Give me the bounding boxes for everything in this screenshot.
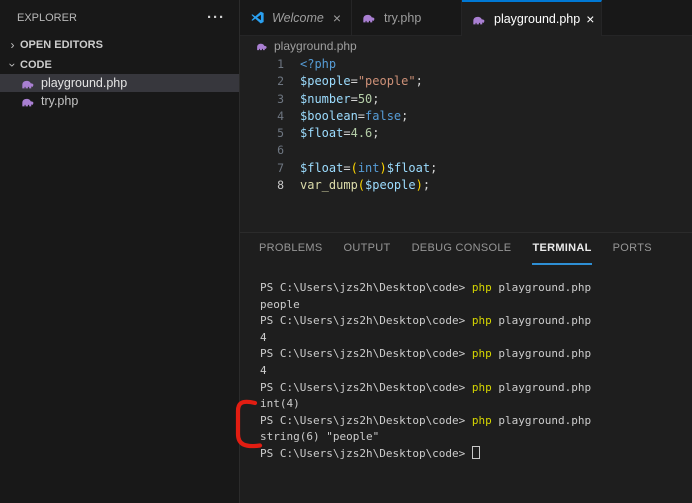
line-number: 7 xyxy=(277,160,284,175)
file-name: try.php xyxy=(41,94,79,108)
code-line[interactable]: 7 $float=(int)$float; xyxy=(240,160,692,177)
tab-label: try.php xyxy=(384,10,422,25)
more-actions-icon[interactable]: ··· xyxy=(207,10,225,25)
chevron-down-icon: › xyxy=(5,62,20,67)
php-elephant-icon xyxy=(257,43,267,51)
tab-bar: Welcome × try.php playground.php × xyxy=(240,0,692,36)
code-text: $float=4.6; xyxy=(300,126,380,141)
code-line[interactable]: 1 <?php xyxy=(240,56,692,73)
section-label: CODE xyxy=(20,58,52,71)
line-number: 5 xyxy=(277,126,284,141)
vscode-logo-icon xyxy=(250,11,266,25)
code-text: var_dump($people); xyxy=(300,178,431,193)
bottom-panel: PROBLEMS OUTPUT DEBUG CONSOLE TERMINAL P… xyxy=(240,232,692,503)
line-number: 6 xyxy=(277,143,284,158)
terminal-content[interactable]: PS C:\Users\jzs2h\Desktop\code> php play… xyxy=(240,269,692,463)
file-name: playground.php xyxy=(41,76,128,90)
tab-try-php[interactable]: try.php xyxy=(352,0,462,35)
php-elephant-icon xyxy=(22,98,34,106)
terminal-line: PS C:\Users\jzs2h\Desktop\code> php play… xyxy=(260,347,592,361)
breadcrumb-file: playground.php xyxy=(274,39,357,53)
code-line[interactable]: 3 $number=50; xyxy=(240,91,692,108)
php-elephant-icon xyxy=(472,12,488,26)
terminal-line: PS C:\Users\jzs2h\Desktop\code> php play… xyxy=(260,413,592,427)
terminal-line: 4 xyxy=(260,330,267,344)
terminal-line: 4 xyxy=(260,363,267,377)
sidebar-item-playground-php[interactable]: playground.php xyxy=(0,74,239,92)
close-icon[interactable]: × xyxy=(333,11,341,25)
breadcrumb[interactable]: playground.php xyxy=(240,36,692,56)
section-code-folder[interactable]: › CODE xyxy=(0,55,239,74)
section-label: OPEN EDITORS xyxy=(20,39,103,51)
terminal-line: PS C:\Users\jzs2h\Desktop\code> php play… xyxy=(260,380,592,394)
editor-code[interactable]: 1 <?php 2 $people="people"; 3 $number=50; 4 $bo… xyxy=(240,56,692,232)
code-text: $number=50; xyxy=(300,91,380,106)
explorer-sidebar: EXPLORER ··· › OPEN EDITORS › CODE playg… xyxy=(0,0,240,503)
tab-ports[interactable]: PORTS xyxy=(613,233,652,265)
terminal-line: people xyxy=(260,297,300,311)
code-line[interactable]: 5 $float=4.6; xyxy=(240,125,692,142)
explorer-title: EXPLORER xyxy=(17,11,77,24)
line-number: 2 xyxy=(277,74,284,89)
tab-label: Welcome xyxy=(272,10,324,25)
tab-playground-php[interactable]: playground.php × xyxy=(462,0,602,36)
terminal-line: int(4) xyxy=(260,397,300,411)
code-text: <?php xyxy=(300,57,337,71)
line-number: 4 xyxy=(277,108,284,123)
tab-output[interactable]: OUTPUT xyxy=(344,233,391,265)
terminal-cursor xyxy=(472,445,481,459)
line-number: 3 xyxy=(277,91,284,106)
code-line[interactable]: 6 xyxy=(240,142,692,159)
line-number: 1 xyxy=(277,57,284,71)
code-line[interactable]: 4 $boolean=false; xyxy=(240,108,692,125)
line-number: 8 xyxy=(277,178,284,193)
explorer-header: EXPLORER ··· xyxy=(0,0,239,35)
terminal-line: PS C:\Users\jzs2h\Desktop\code> xyxy=(260,445,692,463)
code-text: $people="people"; xyxy=(300,74,423,89)
php-elephant-icon xyxy=(362,11,378,25)
code-line[interactable]: 8 var_dump($people); xyxy=(240,177,692,194)
code-text: $boolean=false; xyxy=(300,108,409,123)
code-line[interactable]: 2 $people="people"; xyxy=(240,73,692,90)
section-open-editors[interactable]: › OPEN EDITORS xyxy=(0,35,239,55)
close-icon[interactable]: × xyxy=(586,12,594,26)
tab-terminal[interactable]: TERMINAL xyxy=(532,233,592,265)
tab-label: playground.php xyxy=(494,12,581,26)
tab-problems[interactable]: PROBLEMS xyxy=(259,233,323,265)
tab-debug-console[interactable]: DEBUG CONSOLE xyxy=(412,233,512,265)
sidebar-item-try-php[interactable]: try.php xyxy=(0,92,239,110)
terminal-line: string(6) "people" xyxy=(260,430,380,444)
terminal-line: PS C:\Users\jzs2h\Desktop\code> php play… xyxy=(260,314,592,328)
code-text: $float=(int)$float; xyxy=(300,160,438,175)
terminal-line: PS C:\Users\jzs2h\Desktop\code> php play… xyxy=(260,281,592,294)
chevron-right-icon: › xyxy=(10,38,15,52)
panel-tab-bar: PROBLEMS OUTPUT DEBUG CONSOLE TERMINAL P… xyxy=(240,233,692,269)
tab-welcome[interactable]: Welcome × xyxy=(240,0,352,35)
php-elephant-icon xyxy=(22,80,34,88)
